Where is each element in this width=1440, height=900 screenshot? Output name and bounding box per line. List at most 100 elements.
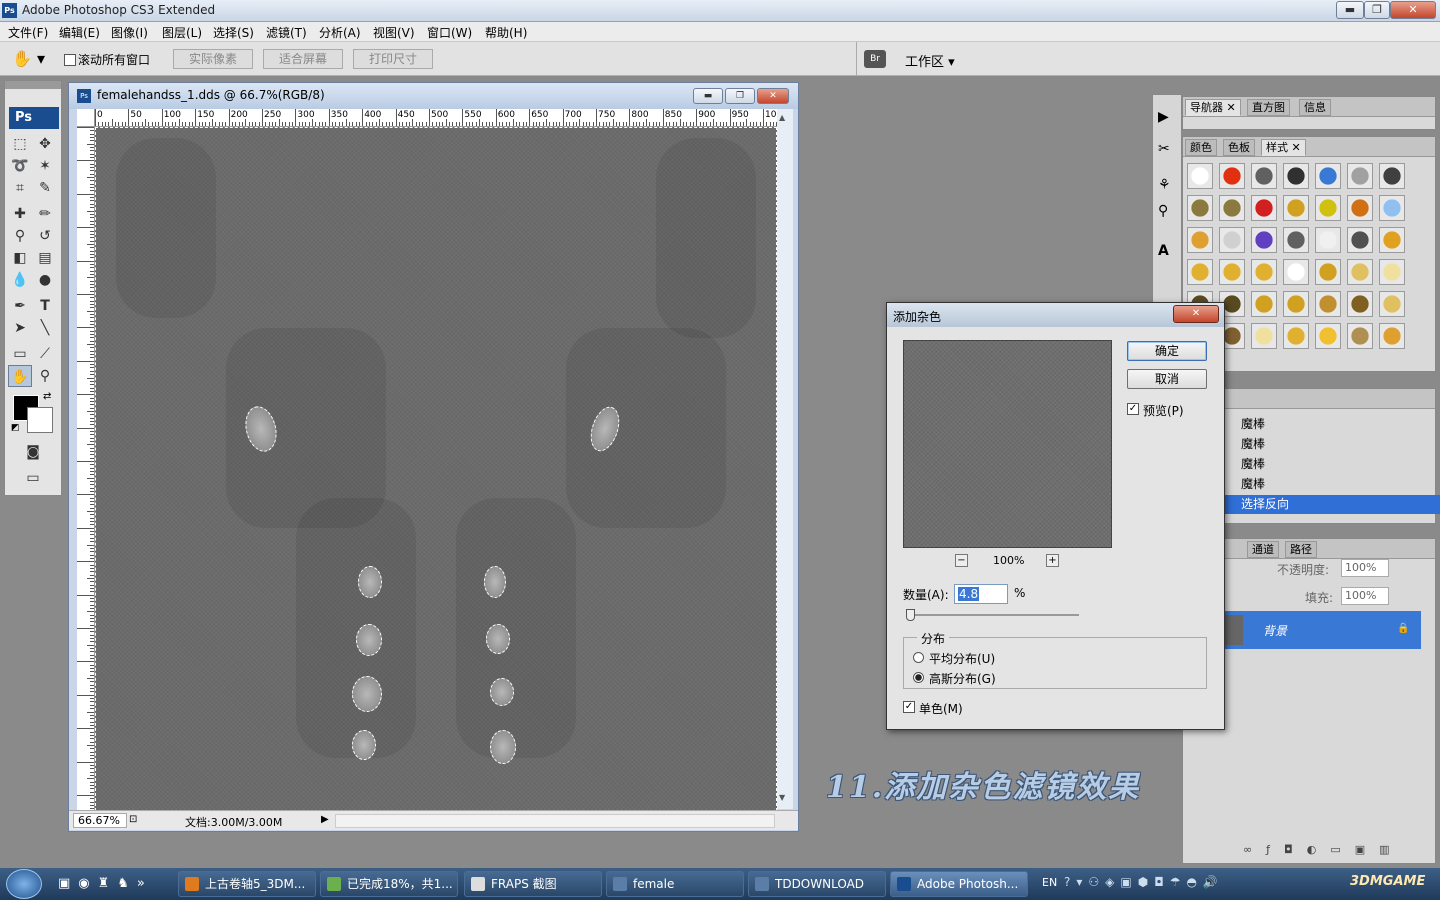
ok-button[interactable]: 确定 xyxy=(1127,341,1207,361)
type-tool-icon[interactable]: T xyxy=(33,295,57,317)
eraser-tool-icon[interactable]: ◧ xyxy=(8,247,32,269)
print-size-button[interactable]: 打印尺寸 xyxy=(353,49,433,69)
crop-tool-icon[interactable]: ⌗ xyxy=(8,177,32,199)
cancel-button[interactable]: 取消 xyxy=(1127,369,1207,389)
preview-checkbox[interactable]: ✓ xyxy=(1127,403,1139,415)
style-swatch[interactable] xyxy=(1379,323,1405,349)
bridge-icon[interactable]: Br xyxy=(864,50,886,68)
blur-tool-icon[interactable]: 💧 xyxy=(8,269,32,291)
history-item[interactable]: 魔棒 xyxy=(1223,455,1419,474)
menu-filter[interactable]: 滤镜(T) xyxy=(266,24,307,41)
style-swatch[interactable] xyxy=(1251,323,1277,349)
layer-row-background[interactable]: 背景 🔒 xyxy=(1221,611,1421,649)
style-swatch[interactable] xyxy=(1315,227,1341,253)
gradient-tool-icon[interactable]: ▤ xyxy=(33,247,57,269)
system-tray-icons[interactable]: ?▾⚇◈▣⬢◘☂◓🔊 xyxy=(1064,875,1224,889)
menu-file[interactable]: 文件(F) xyxy=(8,24,48,41)
layer-actions-icons[interactable]: ∞ƒ◘◐▭▣▥ xyxy=(1243,843,1404,856)
brushes-panel-icon[interactable]: ⚘ xyxy=(1158,177,1171,193)
history-item[interactable]: 魔棒 xyxy=(1223,475,1419,494)
scroll-down-icon[interactable]: ▼ xyxy=(779,793,785,802)
style-swatch[interactable] xyxy=(1347,195,1373,221)
magic-wand-tool-icon[interactable]: ✶ xyxy=(33,155,57,177)
tab-styles[interactable]: 样式 ✕ xyxy=(1261,139,1306,156)
style-swatch[interactable] xyxy=(1347,259,1373,285)
style-swatch[interactable] xyxy=(1315,291,1341,317)
dialog-close-button[interactable]: ✕ xyxy=(1173,305,1219,323)
dodge-tool-icon[interactable]: ● xyxy=(33,269,57,291)
default-colors-icon[interactable]: ◩ xyxy=(11,423,20,433)
style-swatch[interactable] xyxy=(1283,323,1309,349)
history-brush-tool-icon[interactable]: ↺ xyxy=(33,225,57,247)
workspace-menu[interactable]: 工作区 ▾ xyxy=(905,51,955,70)
move-tool-icon[interactable]: ✥ xyxy=(33,133,57,155)
style-swatch[interactable] xyxy=(1219,259,1245,285)
notes-tool-icon[interactable]: ▭ xyxy=(8,343,32,365)
brush-tool-icon[interactable]: ✏ xyxy=(33,203,57,225)
menu-analysis[interactable]: 分析(A) xyxy=(319,24,361,41)
tab-channels[interactable]: 通道 xyxy=(1247,541,1279,558)
healing-brush-tool-icon[interactable]: ✚ xyxy=(8,203,32,225)
style-swatch[interactable] xyxy=(1347,227,1373,253)
ruler-origin[interactable] xyxy=(77,109,95,127)
taskbar-item[interactable]: 已完成18%，共1... xyxy=(320,871,458,897)
style-swatch[interactable] xyxy=(1315,323,1341,349)
history-item-selected[interactable]: 选择反向 xyxy=(1223,495,1440,514)
style-swatch[interactable] xyxy=(1187,227,1213,253)
style-swatch[interactable] xyxy=(1315,163,1341,189)
gaussian-radio[interactable] xyxy=(913,672,924,683)
style-swatch[interactable] xyxy=(1379,163,1405,189)
style-swatch[interactable] xyxy=(1251,227,1277,253)
hand-tool-icon[interactable]: ✋ xyxy=(8,365,32,387)
style-swatch[interactable] xyxy=(1283,259,1309,285)
style-swatch[interactable] xyxy=(1347,291,1373,317)
taskbar-item[interactable]: TDDOWNLOAD xyxy=(748,871,886,897)
image-canvas[interactable] xyxy=(95,127,777,811)
tab-paths[interactable]: 路径 xyxy=(1285,541,1317,558)
tab-navigator[interactable]: 导航器 ✕ xyxy=(1185,99,1241,116)
quick-launch-icons[interactable]: ▣◉♜♞» xyxy=(58,876,153,891)
zoom-field[interactable]: 66.67% xyxy=(73,813,127,828)
style-swatch[interactable] xyxy=(1379,259,1405,285)
dialog-titlebar[interactable]: 添加杂色 ✕ xyxy=(887,303,1224,327)
menu-image[interactable]: 图像(I) xyxy=(111,24,148,41)
menu-view[interactable]: 视图(V) xyxy=(373,24,415,41)
scroll-up-icon[interactable]: ▲ xyxy=(779,113,785,122)
quick-mask-icon[interactable]: ◙ xyxy=(21,441,45,463)
style-swatch[interactable] xyxy=(1379,195,1405,221)
style-swatch[interactable] xyxy=(1283,195,1309,221)
minimize-button[interactable]: ▬ xyxy=(1336,1,1364,19)
style-swatch[interactable] xyxy=(1283,163,1309,189)
style-swatch[interactable] xyxy=(1251,163,1277,189)
character-panel-icon[interactable]: A xyxy=(1158,243,1169,259)
screen-mode-icon[interactable]: ▭ xyxy=(21,467,45,489)
scroll-all-checkbox[interactable] xyxy=(64,54,76,66)
close-button[interactable]: ✕ xyxy=(1390,1,1436,19)
swap-colors-icon[interactable]: ⇄ xyxy=(43,391,51,402)
tab-info[interactable]: 信息 xyxy=(1299,99,1331,116)
amount-slider-track[interactable] xyxy=(907,614,1079,616)
path-selection-tool-icon[interactable]: ➤ xyxy=(8,317,32,339)
language-indicator[interactable]: EN xyxy=(1042,876,1057,889)
style-swatch[interactable] xyxy=(1347,163,1373,189)
style-swatch[interactable] xyxy=(1347,323,1373,349)
monochrome-checkbox[interactable]: ✓ xyxy=(903,701,915,713)
menu-help[interactable]: 帮助(H) xyxy=(485,24,527,41)
taskbar-item[interactable]: FRAPS 截图 xyxy=(464,871,602,897)
style-swatch[interactable] xyxy=(1251,291,1277,317)
doc-close-button[interactable]: ✕ xyxy=(757,88,789,104)
preview-image[interactable] xyxy=(903,340,1112,548)
menu-edit[interactable]: 编辑(E) xyxy=(59,24,100,41)
maximize-button[interactable]: ❐ xyxy=(1364,1,1390,19)
fill-field[interactable]: 100% xyxy=(1341,587,1389,605)
eyedropper-tool-icon[interactable]: ⟋ xyxy=(33,343,57,365)
clone-source-icon[interactable]: ⚲ xyxy=(1158,203,1168,219)
zoom-tool-icon[interactable]: ⚲ xyxy=(33,365,57,387)
style-swatch[interactable] xyxy=(1187,195,1213,221)
uniform-radio[interactable] xyxy=(913,652,924,663)
tab-swatches[interactable]: 色板 xyxy=(1223,139,1255,156)
lasso-tool-icon[interactable]: ➰ xyxy=(8,155,32,177)
actual-pixels-button[interactable]: 实际像素 xyxy=(173,49,253,69)
style-swatch[interactable] xyxy=(1283,227,1309,253)
slice-tool-icon[interactable]: ✎ xyxy=(33,177,57,199)
